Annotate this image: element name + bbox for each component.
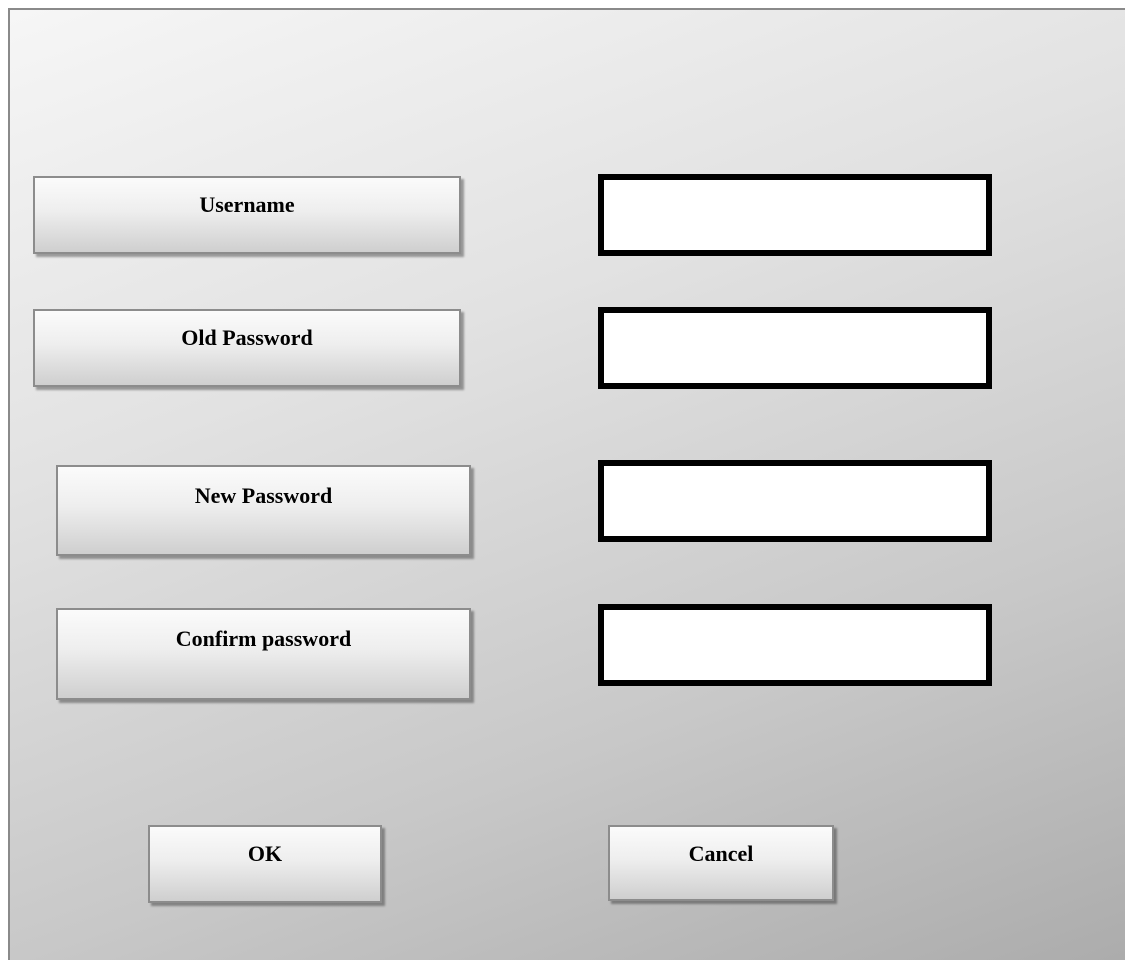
old-password-field[interactable] <box>598 307 992 389</box>
cancel-button-label: Cancel <box>688 841 754 866</box>
username-label: Username <box>33 176 461 254</box>
confirm-password-label-text: Confirm password <box>175 626 352 651</box>
ok-button[interactable]: OK <box>148 825 382 903</box>
cancel-button[interactable]: Cancel <box>608 825 834 901</box>
username-field[interactable] <box>598 174 992 256</box>
new-password-field[interactable] <box>598 460 992 542</box>
confirm-password-field[interactable] <box>598 604 992 686</box>
username-label-text: Username <box>199 192 295 217</box>
ok-button-label: OK <box>247 841 283 866</box>
confirm-password-label: Confirm password <box>56 608 471 700</box>
new-password-label: New Password <box>56 465 471 556</box>
old-password-label-text: Old Password <box>181 325 313 350</box>
new-password-label-text: New Password <box>194 483 333 508</box>
change-password-dialog: Username Old Password New Password Confi… <box>8 8 1125 960</box>
old-password-label: Old Password <box>33 309 461 387</box>
